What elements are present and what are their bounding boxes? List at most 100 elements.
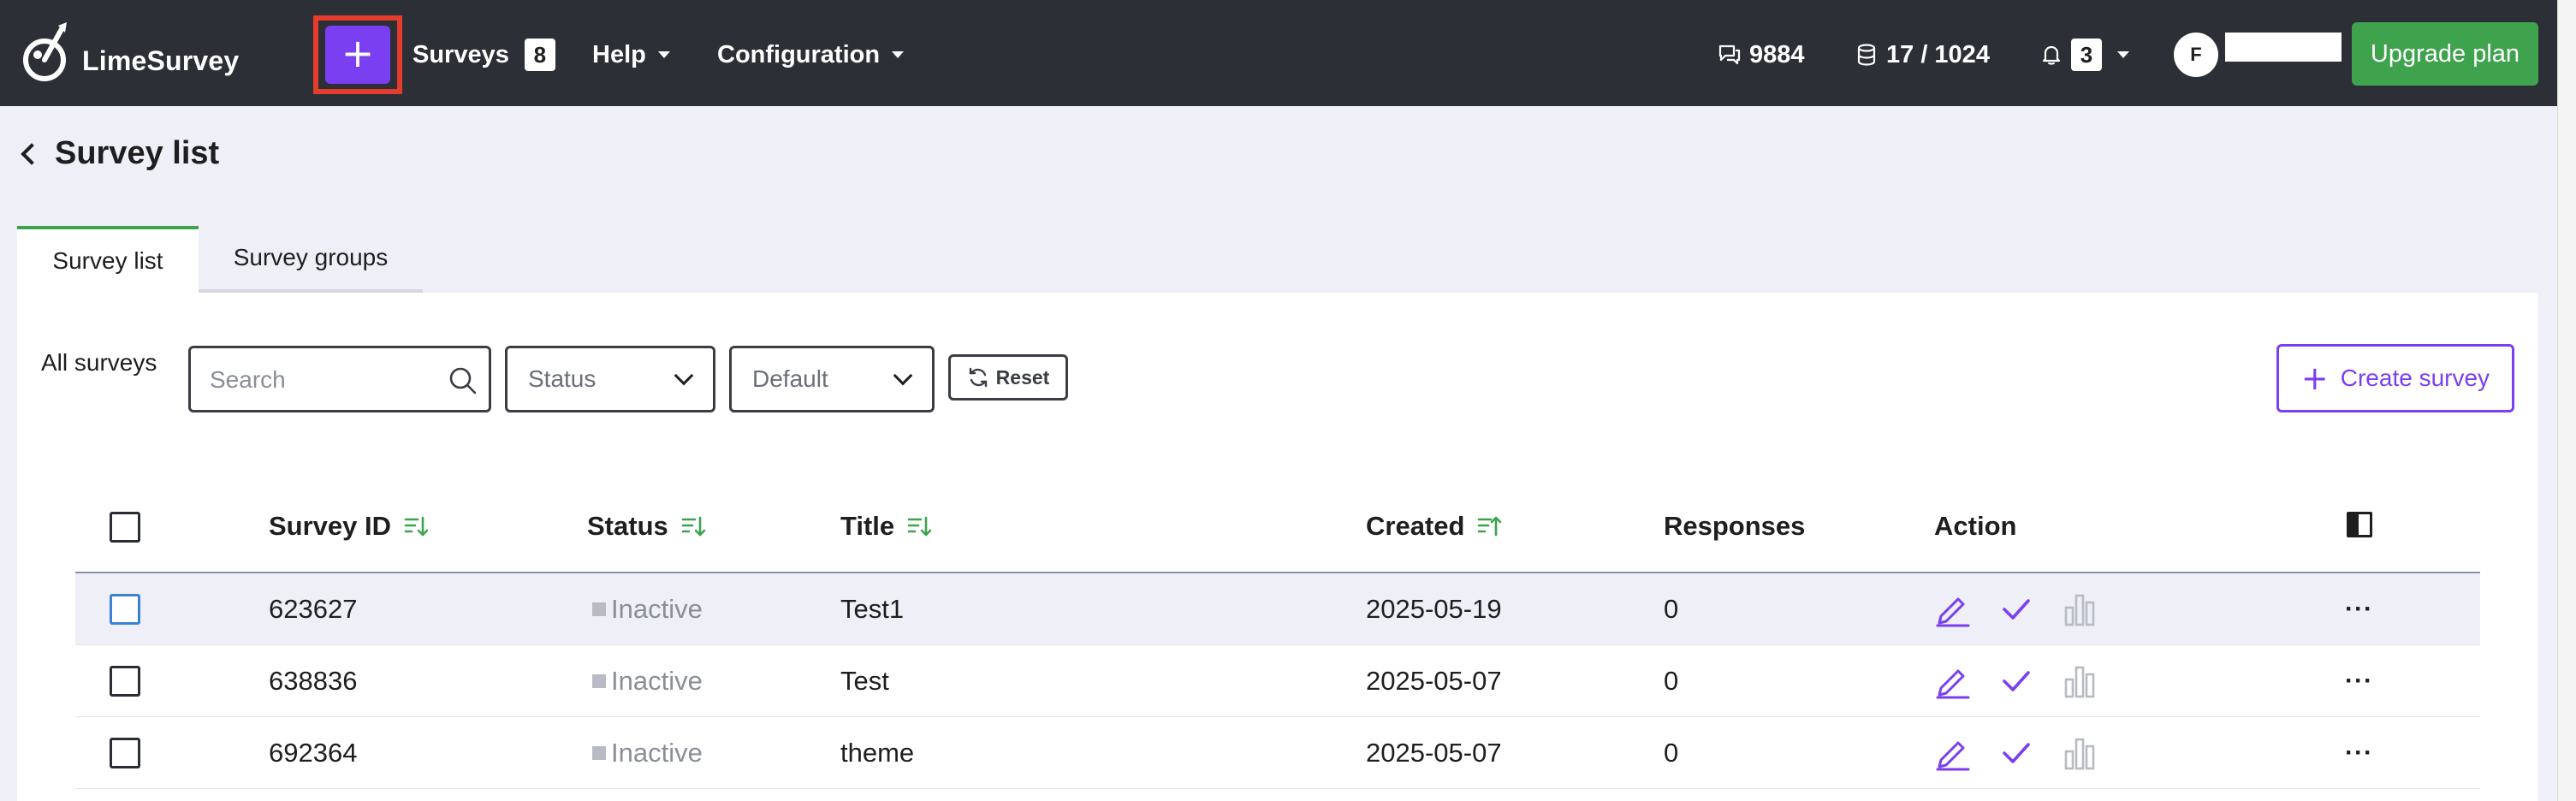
row-actions [1934,573,2098,645]
database-icon [1857,44,1876,66]
storage-stat[interactable]: 17 / 1024 [1855,34,1990,75]
row-checkbox[interactable] [110,666,140,697]
user-avatar[interactable]: F [2174,33,2218,77]
all-surveys-label: All surveys [41,349,157,376]
status-cell: Inactive [592,573,703,645]
table-row[interactable] [75,573,2480,645]
search-input[interactable] [210,364,432,396]
refresh-icon [969,367,987,388]
nav-help-label: Help [592,40,646,68]
created-cell: 2025-05-07 [1366,738,1502,768]
status-square-icon [592,602,606,616]
sort-select[interactable]: Default [729,346,935,412]
activate-check-icon[interactable] [1997,662,2035,700]
search-field[interactable] [188,346,491,412]
sort-desc-icon[interactable] [680,513,706,539]
page-title: Survey list [55,134,220,171]
page-header[interactable]: Survey list [21,130,220,176]
notifications[interactable]: 3 [2040,34,2129,75]
created-cell: 2025-05-19 [1366,594,1502,624]
user-name-redaction[interactable] [2225,33,2342,62]
status-text: Inactive [611,666,703,696]
responses-stat[interactable]: 9884 [1718,34,1805,75]
title-cell[interactable]: Test1 [840,573,904,645]
responses-stat-value: 9884 [1749,40,1805,68]
statistics-bar-icon[interactable] [2061,662,2098,700]
edit-icon[interactable] [1934,590,1972,628]
search-icon [449,367,477,395]
statistics-bar-icon[interactable] [2061,590,2098,628]
status-select-value: Status [528,365,597,392]
row-actions [1934,645,2098,717]
column-header-created[interactable]: Created [1366,505,1502,548]
row-more-button[interactable]: ··· [2345,573,2373,645]
column-header-label: Responses [1664,511,1806,541]
responses-cell: 0 [1664,666,1679,696]
survey-id-cell[interactable]: 692364 [269,717,357,789]
column-header-title[interactable]: Title [840,505,932,548]
nav-configuration-label: Configuration [717,40,881,68]
column-header-label: Title [840,511,895,541]
column-toggle-icon[interactable] [2347,512,2372,537]
nav-surveys-label: Surveys [413,40,509,68]
status-select[interactable]: Status [505,346,715,412]
sort-asc-icon[interactable] [1476,513,1502,539]
chat-icon [1718,44,1741,65]
column-header-status[interactable]: Status [587,505,706,548]
survey-id-cell[interactable]: 623627 [269,573,357,645]
reset-label: Reset [995,365,1050,389]
limesurvey-logo[interactable]: LimeSurvey [21,21,239,86]
quick-create-button[interactable]: + [325,26,390,84]
nav-surveys[interactable]: Surveys 8 [413,34,555,75]
responses-cell: 0 [1664,594,1679,624]
upgrade-plan-button[interactable]: Upgrade plan [2352,22,2538,86]
column-header-label: Status [587,511,668,541]
create-survey-button[interactable]: + Create survey [2276,344,2514,412]
edit-icon[interactable] [1934,662,1972,700]
row-checkbox[interactable] [110,738,140,768]
column-header-action: Action [1934,505,2016,548]
chevron-down-icon [674,365,694,386]
back-chevron-icon[interactable] [21,143,43,165]
row-actions [1934,717,2098,789]
status-text: Inactive [611,738,703,768]
nav-configuration[interactable]: Configuration [717,34,905,75]
nav-help[interactable]: Help [592,34,670,75]
top-navbar: LimeSurvey + Surveys 8 Help Configuratio… [0,0,2557,106]
chevron-down-icon [892,51,905,58]
sort-desc-icon[interactable] [906,513,932,539]
plus-icon: + [2300,359,2329,397]
tab-survey-list[interactable]: Survey list [17,226,199,293]
page-scrollbar[interactable] [2557,0,2576,801]
select-all-checkbox[interactable] [110,512,140,543]
activate-check-icon[interactable] [1997,590,2035,628]
table-row[interactable] [75,645,2480,717]
row-more-button[interactable]: ··· [2345,645,2373,717]
table-row[interactable] [75,717,2480,789]
column-header-label: Survey ID [269,511,392,541]
edit-icon[interactable] [1934,734,1972,772]
storage-stat-value: 17 / 1024 [1886,40,1990,68]
reset-button[interactable]: Reset [948,354,1068,400]
column-header-label: Created [1366,511,1465,541]
surveys-count-badge: 8 [524,39,555,71]
sort-desc-icon[interactable] [403,513,429,539]
statistics-bar-icon[interactable] [2061,734,2098,772]
activate-check-icon[interactable] [1997,734,2035,772]
row-checkbox[interactable] [110,594,140,625]
status-square-icon [592,746,606,760]
create-survey-label: Create survey [2340,365,2490,391]
tab-survey-groups[interactable]: Survey groups [199,226,423,293]
survey-id-cell[interactable]: 638836 [269,645,357,717]
row-more-button[interactable]: ··· [2345,717,2373,789]
title-cell[interactable]: Test [840,645,889,717]
brand-name: LimeSurvey [82,44,240,76]
status-text: Inactive [611,594,703,624]
status-cell: Inactive [592,717,703,789]
column-header-survey-id[interactable]: Survey ID [269,505,429,548]
bell-icon [2042,45,2061,65]
limesurvey-logo-icon [23,22,67,81]
title-cell[interactable]: theme [840,717,914,789]
created-cell: 2025-05-07 [1366,666,1502,696]
notifications-count-badge: 3 [2071,39,2102,71]
